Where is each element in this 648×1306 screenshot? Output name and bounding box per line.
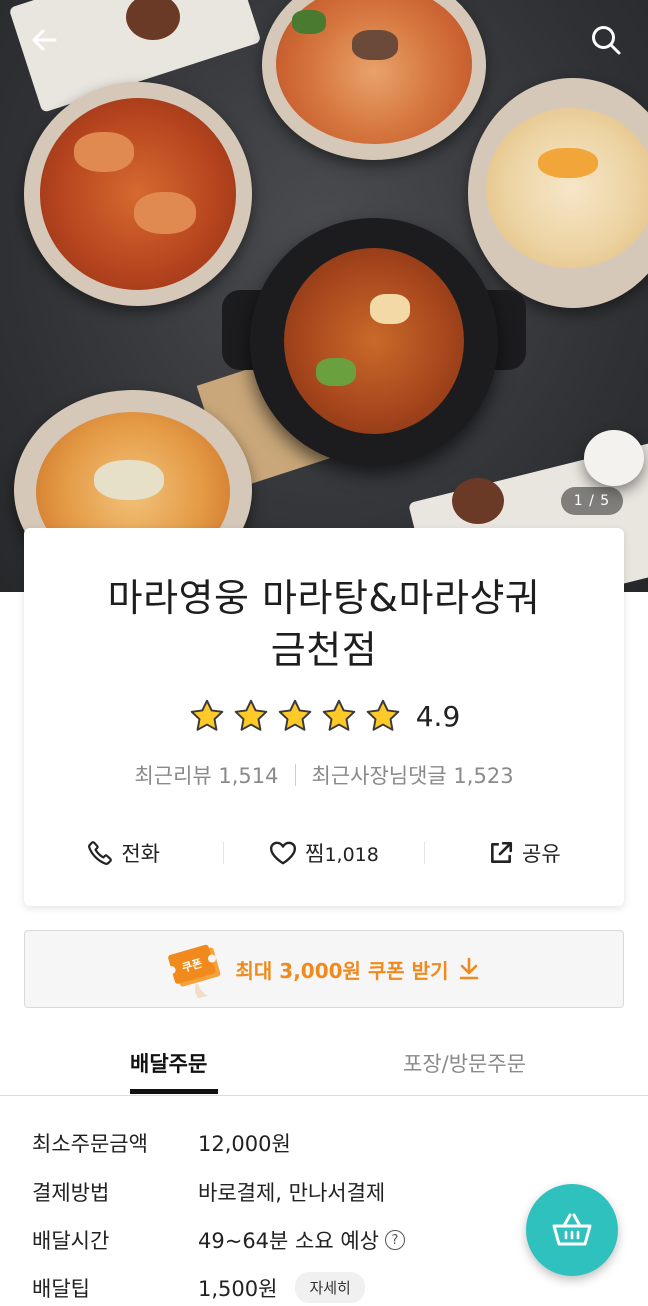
star-icon <box>234 699 268 731</box>
tip-details-button[interactable]: 자세히 <box>295 1272 365 1303</box>
download-icon <box>460 957 479 980</box>
tab-delivery-label: 배달주문 <box>130 1052 208 1076</box>
call-button[interactable]: 전화 <box>24 838 223 868</box>
wooden-spoon-bottom <box>452 478 504 524</box>
coupon-ticket-icon: 쿠폰 <box>167 944 220 998</box>
min-order-value: 12,000원 <box>198 1132 291 1156</box>
payment-method-label: 결제방법 <box>32 1181 110 1205</box>
share-button[interactable]: 공유 <box>425 838 624 868</box>
delivery-time-value: 49~64분 소요 예상 <box>198 1229 379 1253</box>
store-name-line1: 마라영웅 마라탕&마라샹궈 <box>107 576 541 620</box>
back-arrow-icon <box>32 29 57 51</box>
store-photo-carousel[interactable]: 1 / 5 <box>0 0 648 592</box>
rating-row: 4.9 <box>24 698 624 734</box>
like-text: 찜 <box>305 842 325 866</box>
heart-icon <box>270 841 297 865</box>
basket-icon <box>552 1213 592 1246</box>
carousel-page-indicator: 1 / 5 <box>561 487 623 515</box>
tab-delivery-order[interactable]: 배달주문 <box>0 1040 350 1095</box>
store-name: 마라영웅 마라탕&마라샹궈 금천점 <box>24 572 624 676</box>
tab-takeout-order[interactable]: 포장/방문주문 <box>350 1040 648 1095</box>
star-icon <box>322 699 356 731</box>
delivery-time-label: 배달시간 <box>32 1229 110 1253</box>
like-label: 찜1,018 <box>305 838 379 868</box>
store-info-card: 마라영웅 마라탕&마라샹궈 금천점 4.9 최근리뷰 1,514 최근사장님댓글… <box>24 528 624 906</box>
store-name-line2: 금천점 <box>270 628 378 672</box>
coupon-text: 최대 3,000원 쿠폰 받기 <box>235 958 449 983</box>
white-cup <box>584 430 644 486</box>
active-tab-indicator <box>130 1089 218 1094</box>
call-label: 전화 <box>121 842 160 866</box>
back-button[interactable] <box>22 18 66 62</box>
delivery-tip-value-wrap: 1,500원 자세히 <box>198 1272 365 1303</box>
tab-takeout-label: 포장/방문주문 <box>403 1052 526 1076</box>
search-button[interactable] <box>584 18 628 62</box>
delivery-tip-row: 배달팁 1,500원 자세히 <box>32 1272 365 1303</box>
rating-value: 4.9 <box>415 699 461 733</box>
payment-method-row: 결제방법 바로결제, 만나서결제 <box>32 1177 385 1207</box>
store-actions: 전화 찜1,018 공유 <box>24 828 624 878</box>
divider <box>294 764 296 786</box>
review-stats: 최근리뷰 1,514 최근사장님댓글 1,523 <box>24 760 624 790</box>
search-icon <box>592 26 621 55</box>
payment-method-value: 바로결제, 만나서결제 <box>198 1181 386 1205</box>
cart-button[interactable] <box>526 1184 618 1276</box>
star-icon <box>190 699 224 731</box>
phone-icon <box>88 841 113 865</box>
like-button[interactable]: 찜1,018 <box>224 838 423 868</box>
share-label: 공유 <box>522 842 561 866</box>
owner-replies-link[interactable]: 최근사장님댓글 1,523 <box>312 760 514 790</box>
star-icon <box>278 699 312 731</box>
delivery-tip-value: 1,500원 <box>198 1276 278 1301</box>
min-order-label: 최소주문금액 <box>32 1132 148 1156</box>
delivery-time-row: 배달시간 49~64분 소요 예상 ? <box>32 1225 405 1255</box>
mala-xiangguo-wok <box>250 218 498 466</box>
share-icon <box>491 841 513 863</box>
star-icon <box>366 699 400 731</box>
spicy-shrimp-plate <box>24 82 252 306</box>
like-count: 1,018 <box>324 844 379 866</box>
recent-reviews-link[interactable]: 최근리뷰 1,514 <box>134 760 278 790</box>
delivery-tip-label: 배달팁 <box>32 1276 90 1301</box>
order-type-tabs: 배달주문 포장/방문주문 <box>0 1040 648 1096</box>
delivery-time-value-wrap: 49~64분 소요 예상 ? <box>198 1225 405 1255</box>
help-icon[interactable]: ? <box>385 1230 405 1250</box>
coupon-download-button[interactable]: 쿠폰 최대 3,000원 쿠폰 받기 <box>24 930 624 1008</box>
min-order-row: 최소주문금액 12,000원 <box>32 1128 291 1158</box>
